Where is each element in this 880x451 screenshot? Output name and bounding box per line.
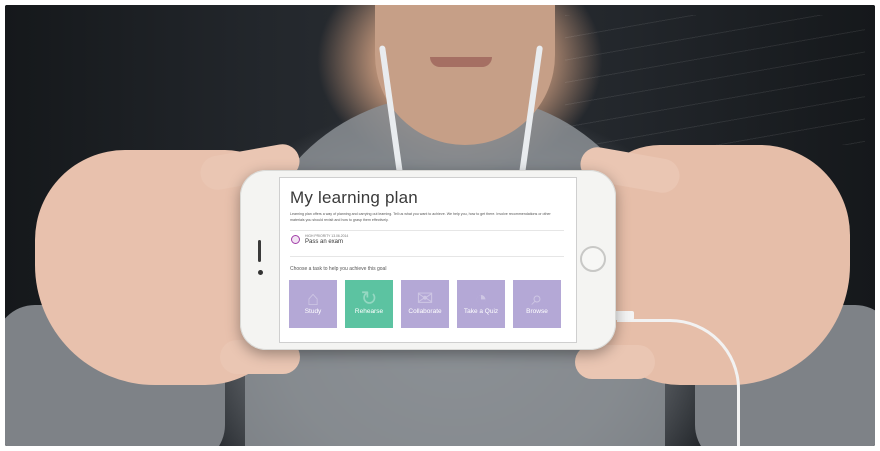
task-browse[interactable]: ⌕ Browse <box>513 280 561 328</box>
mouth <box>430 57 492 67</box>
goal-title[interactable]: Pass an exam <box>305 239 343 245</box>
star-badge-icon <box>291 235 300 244</box>
chalkboard-texture <box>565 15 865 145</box>
intro-text: Learning plan offers a way of planning a… <box>290 212 551 222</box>
task-collaborate[interactable]: ✉ Collaborate <box>401 280 449 328</box>
task-tiles: ⌂ Study ↻ Rehearse ✉ Collaborate ◔ Take … <box>289 280 561 328</box>
task-prompt: Choose a task to help you achieve this g… <box>290 266 387 272</box>
phone-speaker <box>258 240 261 262</box>
divider <box>290 256 564 257</box>
home-button[interactable] <box>580 246 606 272</box>
page-title: My learning plan <box>290 188 418 207</box>
phone-camera <box>258 270 263 275</box>
phone-screen: My learning plan Learning plan offers a … <box>279 177 577 343</box>
task-take-a-quiz[interactable]: ◔ Take a Quiz <box>457 280 505 328</box>
chat-icon: ✉ <box>416 288 434 310</box>
task-study[interactable]: ⌂ Study <box>289 280 337 328</box>
smartphone: My learning plan Learning plan offers a … <box>240 170 616 350</box>
task-rehearse[interactable]: ↻ Rehearse <box>345 280 393 328</box>
goal-priority: HIGH PRIORITY 13.06.2014 <box>305 234 349 238</box>
divider <box>290 230 564 231</box>
book-icon: ⌂ <box>306 288 320 310</box>
refresh-icon: ↻ <box>360 288 378 310</box>
magnifier-icon: ⌕ <box>531 288 543 310</box>
stopwatch-icon: ◔ <box>474 288 488 310</box>
